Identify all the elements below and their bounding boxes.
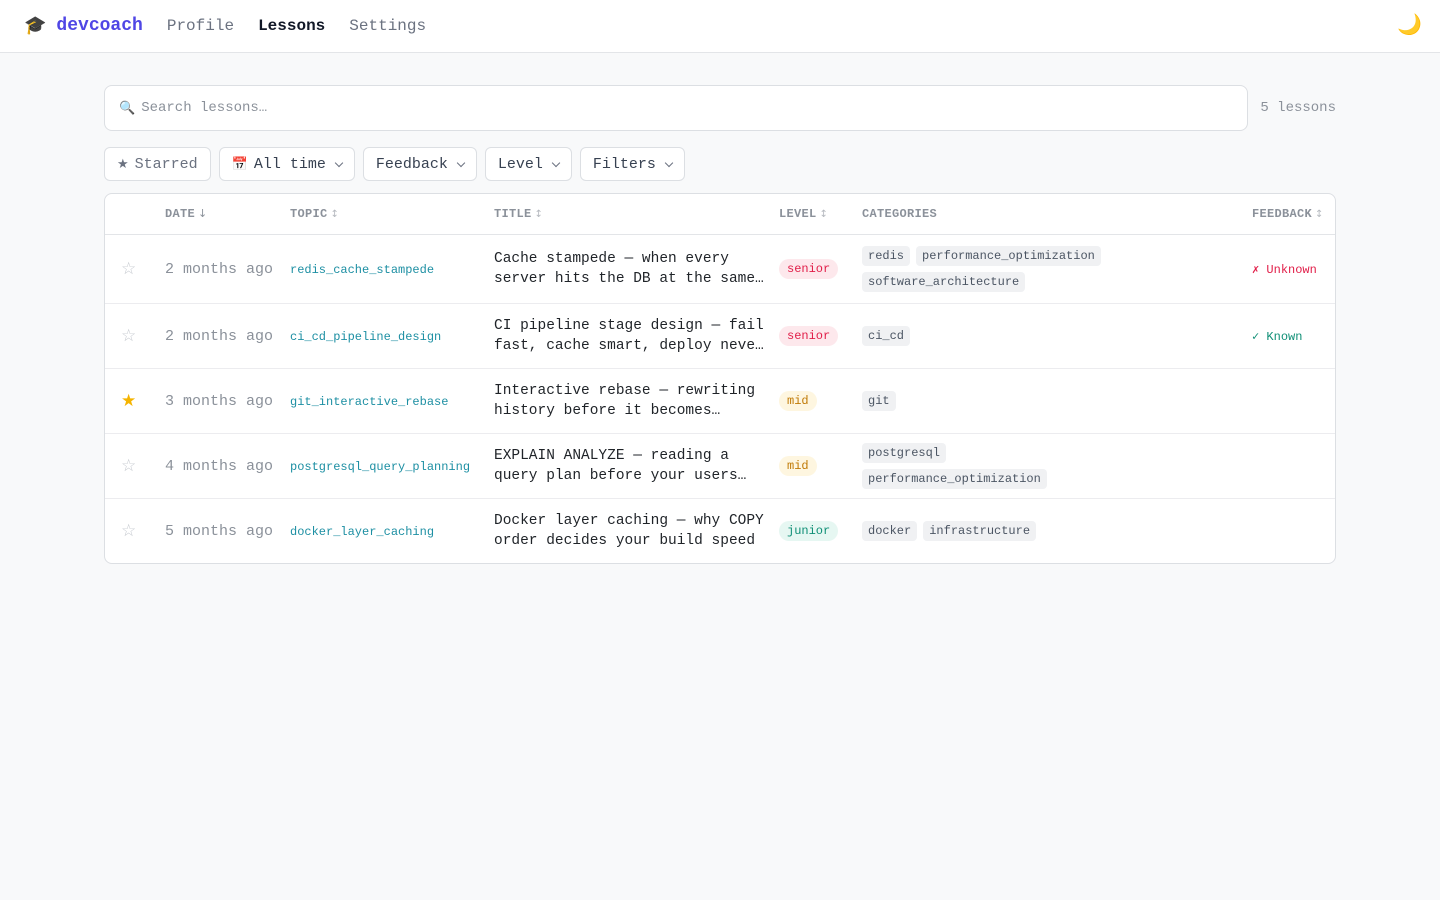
level-filter-label: Level bbox=[497, 155, 543, 173]
lesson-date: 2 months ago bbox=[165, 261, 274, 278]
level-badge: junior bbox=[779, 521, 839, 541]
level-badge: senior bbox=[779, 259, 839, 279]
level-filter-dropdown[interactable]: Level bbox=[484, 147, 572, 181]
star-toggle-icon[interactable]: ☆ bbox=[121, 259, 136, 279]
top-navbar: 🎓 devcoach Profile Lessons Settings 🌙 bbox=[0, 0, 1440, 53]
lesson-title[interactable]: CI pipeline stage design — fail fast, ca… bbox=[494, 316, 767, 356]
filter-bar: ★ Starred 📅 All time Feedback Level Filt… bbox=[104, 147, 1336, 181]
header-title[interactable]: TITLE ↕ bbox=[494, 207, 779, 221]
lesson-date: 4 months ago bbox=[165, 458, 274, 475]
lesson-title[interactable]: Docker layer caching — why COPY order de… bbox=[494, 511, 767, 551]
lesson-topic[interactable]: ci_cd_pipeline_design bbox=[290, 330, 441, 344]
table-row[interactable]: ☆ 5 months ago docker_layer_caching Dock… bbox=[105, 499, 1335, 563]
time-filter-label: All time bbox=[253, 155, 326, 173]
category-tag[interactable]: software_architecture bbox=[862, 272, 1026, 292]
nav-link-lessons[interactable]: Lessons bbox=[258, 17, 325, 35]
lesson-topic[interactable]: postgresql_query_planning bbox=[290, 460, 470, 474]
chevron-down-icon bbox=[334, 158, 344, 167]
lesson-topic[interactable]: git_interactive_rebase bbox=[290, 395, 448, 409]
sort-desc-icon: ↓ bbox=[198, 207, 208, 220]
chevron-down-icon bbox=[664, 158, 674, 167]
feedback-status: ✗ Unknown bbox=[1252, 263, 1317, 277]
sort-icon: ↕ bbox=[534, 209, 544, 220]
category-tag[interactable]: infrastructure bbox=[923, 521, 1037, 541]
header-level[interactable]: LEVEL ↕ bbox=[779, 207, 862, 221]
lesson-title[interactable]: EXPLAIN ANALYZE — reading a query plan b… bbox=[494, 446, 767, 486]
brand[interactable]: 🎓 devcoach bbox=[24, 16, 143, 36]
lesson-date: 3 months ago bbox=[165, 393, 274, 410]
search-input[interactable] bbox=[141, 100, 1233, 116]
lesson-date: 5 months ago bbox=[165, 523, 274, 540]
table-row[interactable]: ★ 3 months ago git_interactive_rebase In… bbox=[105, 369, 1335, 434]
category-list: docker infrastructure bbox=[862, 521, 1252, 541]
header-topic[interactable]: TOPIC ↕ bbox=[290, 207, 494, 221]
header-categories: CATEGORIES bbox=[862, 207, 938, 221]
category-tag[interactable]: postgresql bbox=[862, 443, 947, 463]
star-toggle-icon[interactable]: ★ bbox=[121, 391, 136, 411]
nav-link-settings[interactable]: Settings bbox=[349, 17, 426, 35]
starred-filter-button[interactable]: ★ Starred bbox=[104, 147, 211, 181]
category-tag[interactable]: docker bbox=[862, 521, 918, 541]
time-filter-dropdown[interactable]: 📅 All time bbox=[218, 147, 355, 181]
graduation-cap-icon: 🎓 bbox=[24, 15, 47, 36]
nav-link-profile[interactable]: Profile bbox=[167, 17, 234, 35]
category-tag[interactable]: performance_optimization bbox=[862, 469, 1047, 489]
sort-icon: ↕ bbox=[1315, 209, 1324, 220]
lesson-title[interactable]: Interactive rebase — rewriting history b… bbox=[494, 381, 767, 421]
app-name: devcoach bbox=[56, 16, 143, 36]
table-row[interactable]: ☆ 2 months ago ci_cd_pipeline_design CI … bbox=[105, 304, 1335, 369]
sort-icon: ↕ bbox=[330, 209, 340, 220]
lesson-topic[interactable]: redis_cache_stampede bbox=[290, 263, 434, 277]
lessons-page: 🔍 5 lessons ★ Starred 📅 All time Feedbac… bbox=[104, 85, 1336, 564]
header-date[interactable]: DATE ↓ bbox=[165, 207, 290, 221]
search-box[interactable]: 🔍 bbox=[104, 85, 1248, 131]
calendar-icon: 📅 bbox=[231, 156, 248, 172]
feedback-status: ✓ Known bbox=[1252, 330, 1303, 344]
level-badge: mid bbox=[779, 456, 817, 476]
star-toggle-icon[interactable]: ☆ bbox=[121, 521, 136, 541]
category-list: postgresql performance_optimization bbox=[862, 443, 1252, 489]
star-toggle-icon[interactable]: ☆ bbox=[121, 326, 136, 346]
star-icon: ★ bbox=[117, 156, 129, 172]
header-feedback[interactable]: FEEDBACK ↕ bbox=[1252, 207, 1335, 221]
more-filters-dropdown[interactable]: Filters bbox=[579, 147, 685, 181]
table-row[interactable]: ☆ 2 months ago redis_cache_stampede Cach… bbox=[105, 235, 1335, 304]
category-list: git bbox=[862, 391, 1252, 411]
lesson-title[interactable]: Cache stampede — when every server hits … bbox=[494, 249, 767, 289]
table-body: ☆ 2 months ago redis_cache_stampede Cach… bbox=[105, 235, 1335, 563]
sort-icon: ↕ bbox=[819, 209, 829, 220]
search-row: 🔍 5 lessons bbox=[104, 85, 1336, 131]
level-badge: mid bbox=[779, 391, 817, 411]
category-tag[interactable]: redis bbox=[862, 246, 911, 266]
category-tag[interactable]: performance_optimization bbox=[916, 246, 1101, 266]
star-toggle-icon[interactable]: ☆ bbox=[121, 456, 136, 476]
category-list: ci_cd bbox=[862, 326, 1252, 346]
lesson-topic[interactable]: docker_layer_caching bbox=[290, 525, 434, 539]
category-tag[interactable]: git bbox=[862, 391, 896, 411]
lessons-table: DATE ↓ TOPIC ↕ TITLE ↕ LEVEL ↕ CATEGORIES FE… bbox=[104, 193, 1336, 564]
category-list: redis performance_optimization software_ar… bbox=[862, 246, 1252, 292]
table-header: DATE ↓ TOPIC ↕ TITLE ↕ LEVEL ↕ CATEGORIES FE… bbox=[105, 194, 1335, 235]
category-tag[interactable]: ci_cd bbox=[862, 326, 911, 346]
starred-filter-label: Starred bbox=[134, 155, 198, 173]
more-filters-label: Filters bbox=[592, 155, 656, 173]
feedback-filter-label: Feedback bbox=[375, 155, 448, 173]
moon-icon[interactable]: 🌙 bbox=[1397, 12, 1422, 36]
chevron-down-icon bbox=[551, 158, 561, 167]
table-row[interactable]: ☆ 4 months ago postgresql_query_planning… bbox=[105, 434, 1335, 499]
level-badge: senior bbox=[779, 326, 839, 346]
chevron-down-icon bbox=[456, 158, 466, 167]
feedback-filter-dropdown[interactable]: Feedback bbox=[362, 147, 477, 181]
lesson-count: 5 lessons bbox=[1260, 100, 1336, 116]
search-icon: 🔍 bbox=[119, 100, 136, 116]
lesson-date: 2 months ago bbox=[165, 328, 274, 345]
